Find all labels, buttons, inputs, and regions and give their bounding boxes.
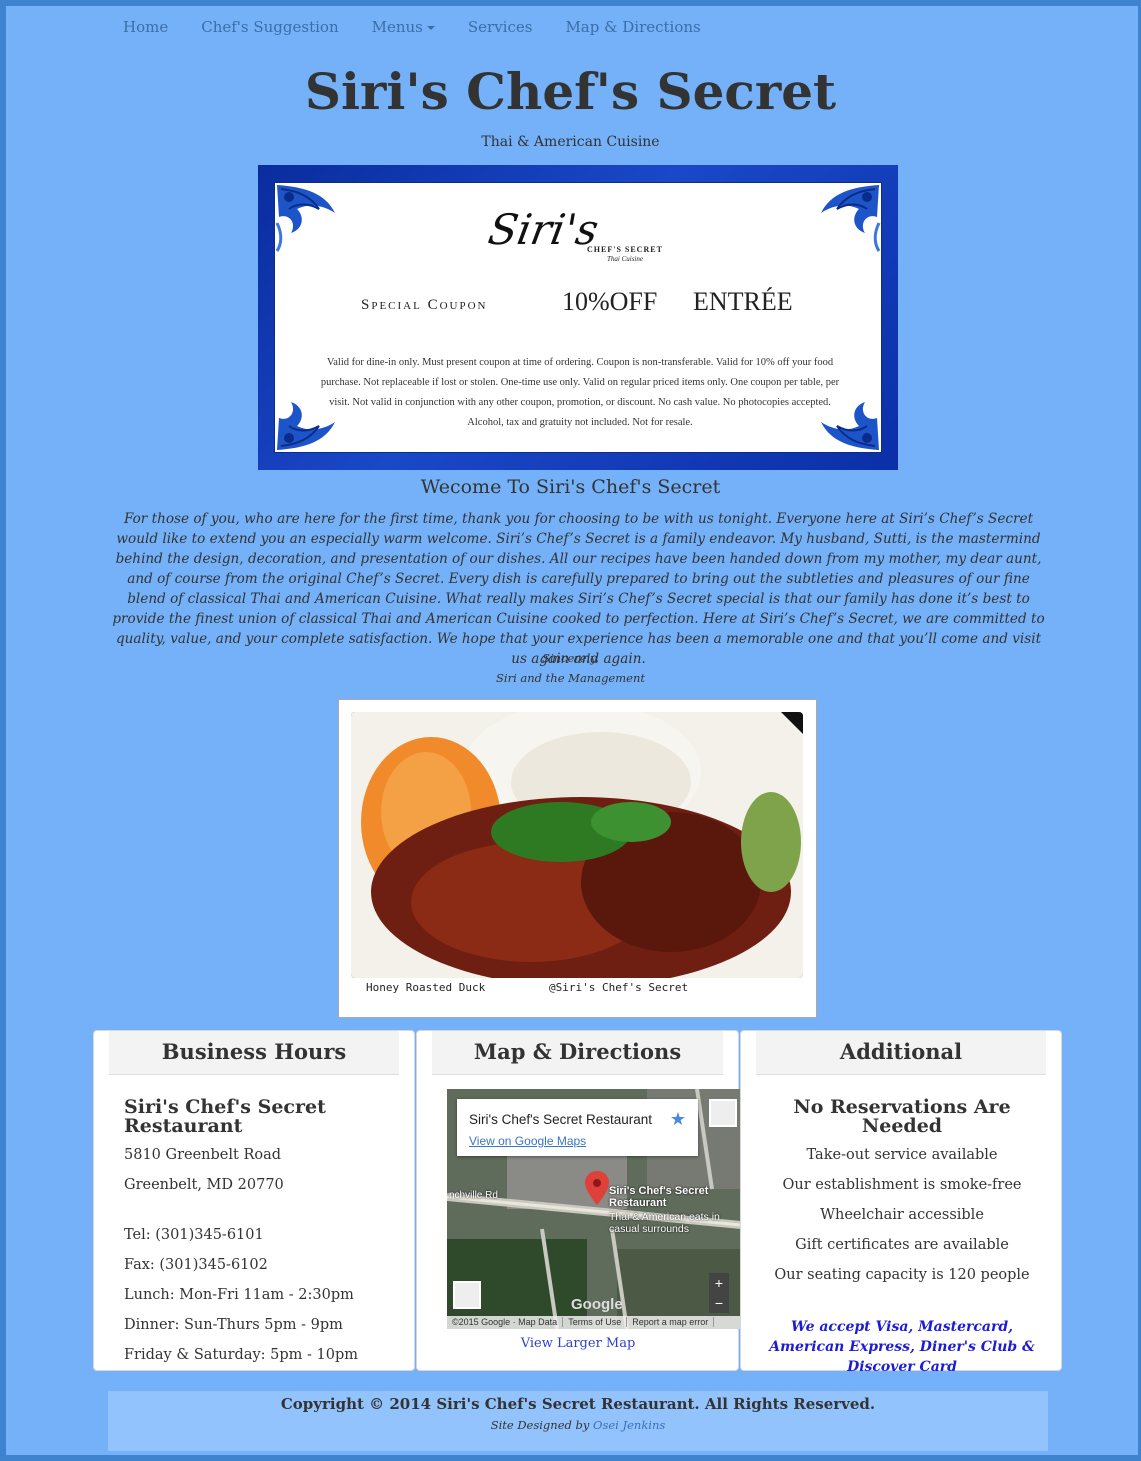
nav-chefs-suggestion[interactable]: Chef's Suggestion	[201, 18, 338, 40]
site-title: Siri's Chef's Secret	[304, 62, 837, 121]
ornament-icon	[275, 185, 335, 252]
coupon-special-label: Special Coupon	[361, 297, 488, 313]
map-pin-description: Thai & American eats in casual surrounds	[609, 1211, 720, 1235]
embedded-map[interactable]: Siri's Chef's Secret Restaurant View on …	[447, 1089, 741, 1329]
additional-panel: Additional No Reservations Are Needed Ta…	[740, 1030, 1062, 1375]
business-hours-heading: Business Hours	[109, 1031, 399, 1075]
dinner-hours: Dinner: Sun-Thurs 5pm - 9pm	[124, 1317, 343, 1333]
site-tagline: Thai & American Cuisine	[481, 134, 660, 150]
caret-down-icon	[426, 26, 435, 30]
additional-item: Wheelchair accessible	[820, 1207, 984, 1223]
duck-dish-illustration	[351, 712, 803, 978]
signature-sincerely: Sincerely,	[542, 651, 599, 665]
site-footer: Copyright © 2014 Siri's Chef's Secret Re…	[108, 1391, 1048, 1451]
nav-home[interactable]: Home	[123, 18, 168, 40]
photo-credit: @Siri's Chef's Secret	[549, 981, 689, 994]
coupon-banner: Siri's CHEF'S SECRET Thai Cuisine Specia…	[258, 165, 898, 470]
coupon-logo-subtitle: CHEF'S SECRET	[587, 245, 663, 254]
view-larger-map-link[interactable]: View Larger Map	[417, 1336, 739, 1351]
additional-heading: Additional	[756, 1031, 1046, 1075]
address-line-2: Greenbelt, MD 20770	[124, 1177, 284, 1193]
map-pin-name: Siri's Chef's Secret Restaurant	[609, 1185, 709, 1209]
map-report-error-link[interactable]: Report a map error	[627, 1317, 715, 1327]
map-card-title: Siri's Chef's Secret Restaurant	[469, 1112, 652, 1127]
photo-caption: Honey Roasted Duck	[366, 981, 486, 994]
telephone: Tel: (301)345-6101	[124, 1227, 264, 1243]
nav-services[interactable]: Services	[468, 18, 533, 40]
no-reservations-title: No Reservations Are Needed	[793, 1096, 1011, 1137]
coupon-logo-tagline: Thai Cuisine	[607, 255, 643, 263]
zoom-in-icon[interactable]: +	[709, 1273, 729, 1293]
fax: Fax: (301)345-6102	[124, 1257, 268, 1273]
additional-item: Our establishment is smoke-free	[782, 1177, 1022, 1193]
additional-item: Our seating capacity is 120 people	[774, 1267, 1030, 1283]
top-nav: Home Chef's Suggestion Menus Services Ma…	[123, 18, 734, 40]
coupon-entree: ENTRÉE	[693, 287, 793, 316]
map-terms-link[interactable]: Terms of Use	[563, 1317, 628, 1327]
coupon-terms: Valid for dine-in only. Must present cou…	[320, 357, 840, 428]
accepted-cards: We accept Visa, Mastercard, American Exp…	[769, 1319, 1035, 1375]
designer-prefix: Site Designed by	[490, 1418, 590, 1432]
nav-menus-label: Menus	[371, 18, 423, 36]
business-hours-panel: Business Hours Siri's Chef's Secret Rest…	[93, 1030, 415, 1371]
coupon-discount: 10%OFF	[562, 287, 658, 316]
nav-map-directions[interactable]: Map & Directions	[565, 18, 700, 40]
map-zoom-control[interactable]: + −	[709, 1273, 729, 1313]
nav-menus-dropdown[interactable]: Menus	[372, 18, 435, 40]
google-logo: Google	[571, 1296, 623, 1313]
map-fullscreen-icon[interactable]	[709, 1099, 737, 1127]
restaurant-name: Siri's Chef's Secret Restaurant	[124, 1096, 326, 1137]
food-photo: Honey Roasted Duck @Siri's Chef's Secret	[338, 699, 817, 1018]
weekend-hours: Friday & Saturday: 5pm - 10pm	[124, 1347, 359, 1363]
coupon-card: Siri's CHEF'S SECRET Thai Cuisine Specia…	[274, 182, 882, 453]
view-on-google-maps-link[interactable]: View on Google Maps	[469, 1134, 586, 1148]
designer-link[interactable]: Osei Jenkins	[593, 1418, 665, 1432]
food-image	[351, 712, 803, 978]
map-heading: Map & Directions	[432, 1031, 723, 1075]
additional-item: Take-out service available	[806, 1147, 998, 1163]
map-attribution: ©2015 Google · Map Data Terms of Use Repor…	[447, 1316, 741, 1329]
map-layer-toggle-icon[interactable]	[453, 1281, 481, 1309]
map-panel: Map & Directions Siri's Chef's Secret Re…	[416, 1030, 741, 1371]
signature-name: Siri and the Management	[496, 671, 645, 685]
coupon-logo-script: Siri's	[484, 205, 603, 254]
designer-credit: Site Designed by Osei Jenkins	[108, 1418, 1048, 1432]
address-line-1: 5810 Greenbelt Road	[124, 1147, 282, 1163]
zoom-out-icon[interactable]: −	[709, 1293, 729, 1313]
additional-item: Gift certificates are available	[795, 1237, 1009, 1253]
map-road-label: nchville Rd	[449, 1190, 498, 1201]
map-copyright: ©2015 Google · Map Data	[447, 1317, 564, 1327]
ornament-icon	[821, 185, 881, 252]
welcome-text: For those of you, who are here for the f…	[112, 511, 1045, 667]
copyright: Copyright © 2014 Siri's Chef's Secret Re…	[280, 1395, 876, 1413]
welcome-heading: Wecome To Siri's Chef's Secret	[420, 476, 721, 498]
lunch-hours: Lunch: Mon-Fri 11am - 2:30pm	[124, 1287, 354, 1303]
map-info-card: Siri's Chef's Secret Restaurant View on …	[457, 1099, 698, 1156]
star-icon[interactable]: ★	[670, 1109, 686, 1130]
